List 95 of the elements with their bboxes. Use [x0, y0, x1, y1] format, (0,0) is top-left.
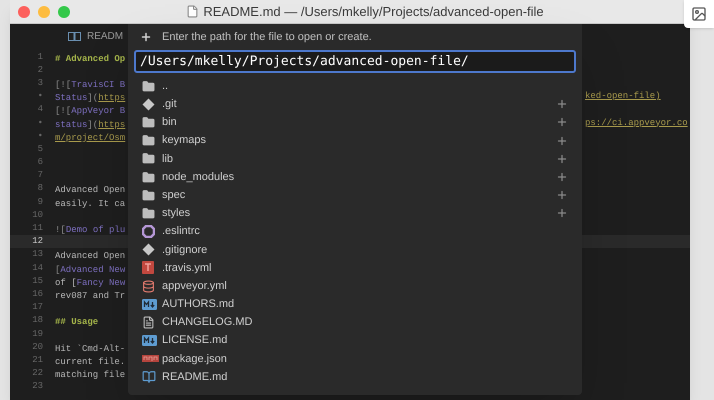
line-number: 20 [31, 340, 43, 353]
file-list-item[interactable]: CHANGELOG.MD [162, 314, 568, 331]
code-line: current file. [55, 356, 126, 367]
markdown-icon [142, 298, 157, 310]
line-number: • [36, 90, 43, 102]
code-line: status](https [55, 120, 126, 130]
line-number: • [36, 116, 43, 129]
file-list-item[interactable]: .gitignore [162, 242, 568, 258]
window-title: README.md — /Users/mkelly/Projects/advanced-open-file [203, 2, 544, 21]
folder-icon [142, 206, 155, 220]
book-icon [142, 370, 156, 384]
code-line: # Advanced Op [55, 54, 126, 64]
plus-icon [140, 31, 152, 43]
close-window-button[interactable] [18, 6, 30, 18]
line-number: 16 [31, 288, 43, 300]
dialog-prompt: Enter the path for the file to open or create. [162, 30, 372, 45]
file-list-item[interactable]: bin [162, 114, 556, 131]
code-line: Status](https [55, 93, 126, 104]
markdown-icon [142, 335, 157, 346]
code-line: ked-open-file) [585, 90, 661, 102]
line-number: 22 [31, 367, 43, 380]
folder-icon [142, 116, 155, 129]
file-list-item[interactable]: .git [162, 96, 556, 113]
line-number: 3 [36, 76, 43, 89]
line-number: 5 [36, 142, 43, 155]
image-icon [691, 6, 707, 22]
line-number: 2 [36, 64, 43, 76]
npm-bar-icon [142, 355, 159, 362]
diamond-icon [142, 243, 155, 256]
document-icon [186, 5, 200, 18]
code-line: Hit `Cmd-Alt- [55, 344, 126, 354]
file-list-item[interactable]: .. [162, 78, 568, 94]
file-list-item[interactable]: spec [162, 186, 556, 204]
code-line: [![TravisCI B [55, 80, 126, 90]
code-line: ps://ci.appveyor.co [585, 116, 688, 129]
line-number: 1 [36, 50, 43, 63]
path-input-field[interactable]: /Users/mkelly/Projects/advanced-open-file/ [134, 50, 576, 73]
folder-icon [142, 152, 155, 166]
line-number: 10 [31, 208, 43, 221]
file-list-item[interactable]: keymaps [162, 132, 556, 149]
code-line: Advanced Open [55, 185, 126, 196]
square-letter-icon [142, 261, 154, 274]
code-line: of [Fancy New [55, 278, 126, 288]
book-icon [68, 32, 81, 40]
line-number: • [36, 130, 43, 142]
add-icon[interactable] [556, 189, 568, 202]
line-number: 17 [31, 301, 43, 314]
line-number: 14 [31, 262, 43, 274]
file-list-item[interactable]: LICENSE.md [162, 332, 568, 349]
line-number: 21 [31, 354, 43, 366]
code-line: ## Usage [55, 317, 98, 328]
diamond-icon [142, 98, 155, 111]
line-number: 8 [36, 182, 43, 194]
code-line: [![AppVeyor B [55, 106, 126, 116]
document-icon [142, 316, 155, 330]
line-number: 4 [36, 103, 43, 116]
line-number: 6 [36, 156, 43, 168]
folder-icon [142, 80, 155, 93]
file-list-item[interactable]: AUTHORS.md [162, 296, 568, 313]
file-list-item[interactable]: .travis.yml [162, 260, 568, 276]
code-line: ![Demo of plu [55, 225, 126, 236]
add-icon[interactable] [556, 152, 568, 165]
octagon-icon [142, 225, 155, 238]
line-number: 15 [31, 274, 43, 287]
code-line: Advanced Open [55, 251, 126, 262]
line-number: 23 [31, 380, 43, 392]
file-list-item[interactable]: appveyor.yml [162, 278, 568, 294]
folder-icon [142, 188, 155, 202]
line-number: 11 [31, 222, 43, 234]
file-list-item[interactable]: lib [162, 150, 556, 168]
add-icon[interactable] [556, 134, 568, 147]
line-number: 12 [31, 235, 43, 248]
folder-icon [142, 170, 155, 184]
code-line: easily. It ca [55, 198, 126, 209]
line-number: 7 [36, 169, 43, 182]
code-line: [Advanced New [55, 264, 126, 275]
add-icon[interactable] [556, 171, 568, 184]
line-number: 18 [31, 314, 43, 326]
file-list-item[interactable]: package.json [162, 350, 568, 368]
line-number: 13 [31, 248, 43, 260]
file-list-item[interactable]: node_modules [162, 168, 556, 186]
folder-icon [142, 134, 155, 148]
add-icon[interactable] [556, 116, 568, 128]
add-icon[interactable] [556, 207, 568, 220]
line-number: 19 [31, 328, 43, 340]
code-line: rev087 and Tr [55, 290, 126, 301]
code-line: m/project/Osm [55, 132, 126, 143]
database-icon [142, 280, 155, 293]
code-line: matching file [55, 370, 126, 380]
file-list-item[interactable]: styles [162, 205, 556, 222]
add-icon[interactable] [556, 98, 568, 110]
file-list-item[interactable]: README.md [162, 368, 568, 386]
editor-tab[interactable]: READM [87, 28, 124, 44]
file-list-item[interactable]: .eslintrc [162, 223, 568, 240]
line-number: 9 [36, 196, 43, 208]
